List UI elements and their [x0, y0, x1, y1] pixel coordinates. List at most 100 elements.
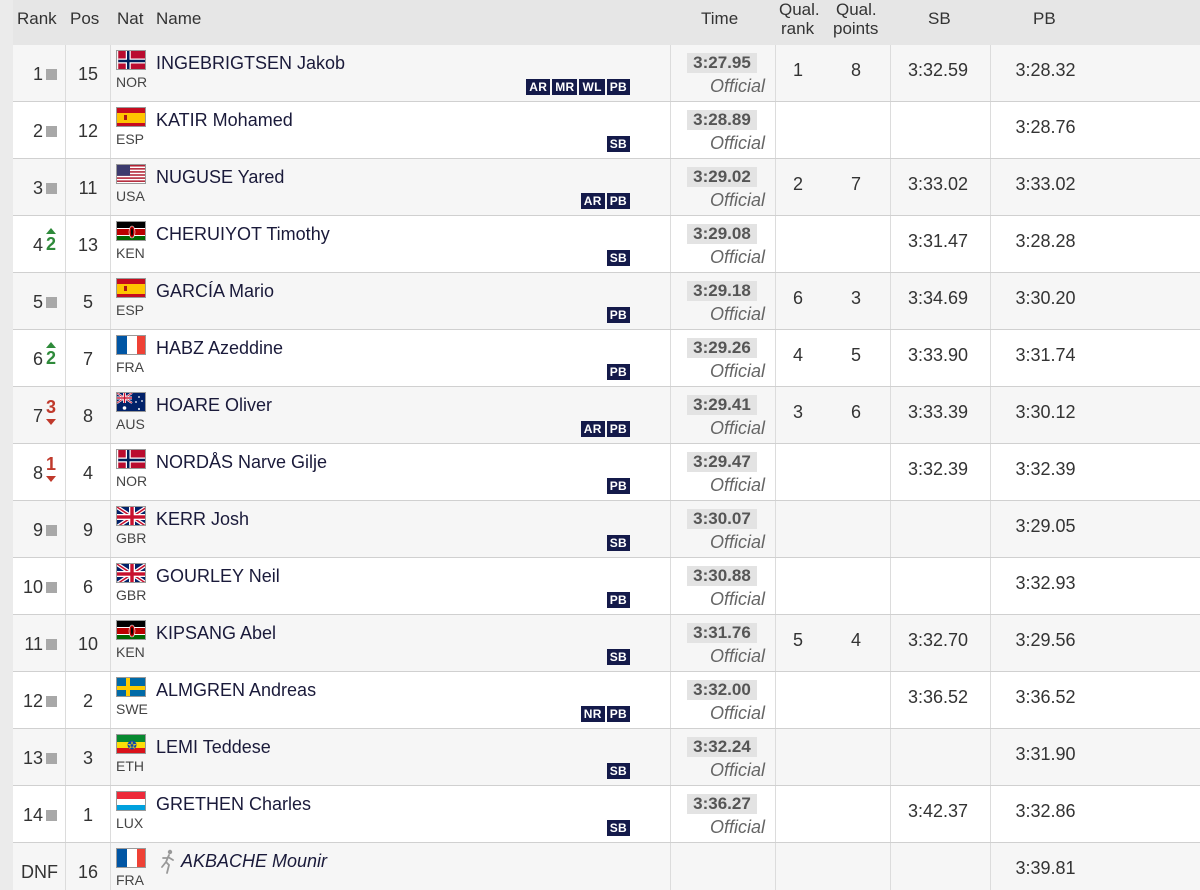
- qual-points-cell: 3: [850, 288, 861, 308]
- table-row[interactable]: 13 3 ETH LEMI Teddese SB 3:32.24 Official 3:31.…: [13, 729, 1200, 786]
- athlete-name[interactable]: ALMGREN Andreas: [156, 680, 316, 701]
- record-badges: AR PB: [580, 193, 630, 209]
- athlete-name[interactable]: KATIR Mohamed: [156, 110, 293, 131]
- table-row[interactable]: 2 12 ESP KATIR Mohamed SB 3:28.89 Official 3:28…: [13, 102, 1200, 159]
- athlete-name[interactable]: LEMI Teddese: [156, 737, 271, 758]
- table-row[interactable]: 12 2 SWE ALMGREN Andreas NR PB 3:32.00 Official…: [13, 672, 1200, 729]
- table-row[interactable]: 9 9 GBR KERR Josh SB 3:30.07 Official 3:29.05: [13, 501, 1200, 558]
- flag-icon: [116, 791, 146, 811]
- column-divider: [775, 102, 776, 158]
- rank-cell: 7: [32, 406, 43, 426]
- column-divider: [110, 45, 111, 101]
- header-qual-rank-2[interactable]: rank: [781, 19, 814, 38]
- table-row[interactable]: 5 5 ESP GARCÍA Mario PB 3:29.18 Official 6 3 3:34…: [13, 273, 1200, 330]
- record-badge: AR: [526, 79, 551, 95]
- athlete-name[interactable]: HOARE Oliver: [156, 395, 272, 416]
- nat-code: USA: [116, 188, 145, 204]
- record-badges: SB: [606, 136, 630, 152]
- sb-cell: 3:36.52: [907, 687, 969, 707]
- arrow-up-icon: [46, 342, 56, 348]
- status-label: Official: [709, 76, 765, 96]
- record-badges: AR PB: [580, 421, 630, 437]
- athlete-name[interactable]: GOURLEY Neil: [156, 566, 280, 587]
- header-name[interactable]: Name: [156, 9, 201, 28]
- move-count: 1: [45, 454, 56, 474]
- column-divider: [990, 558, 991, 614]
- no-change-icon: [46, 582, 57, 593]
- header-qual-points-1[interactable]: Qual.: [836, 0, 877, 19]
- athlete-name[interactable]: AKBACHE Mounir: [181, 851, 327, 872]
- column-divider: [65, 45, 66, 101]
- column-divider: [670, 387, 671, 443]
- table-row[interactable]: 7 3 8 AUS HOARE Oliver AR PB 3:29.41 Official 3 6 3…: [13, 387, 1200, 444]
- no-change-icon: [46, 753, 57, 764]
- athlete-name[interactable]: NORDÅS Narve Gilje: [156, 452, 327, 473]
- sb-cell: 3:32.39: [907, 459, 969, 479]
- record-badge: PB: [606, 421, 630, 437]
- pb-cell: 3:32.93: [1015, 573, 1076, 593]
- pos-cell: 1: [82, 805, 93, 825]
- header-rank[interactable]: Rank: [17, 9, 57, 28]
- pb-cell: 3:28.28: [1015, 231, 1076, 251]
- column-divider: [65, 501, 66, 557]
- table-row[interactable]: 4 2 13 KEN CHERUIYOT Timothy SB 3:29.08 Officia…: [13, 216, 1200, 273]
- header-qual-points-2[interactable]: points: [833, 19, 878, 38]
- header-sb[interactable]: SB: [928, 9, 951, 28]
- column-divider: [110, 273, 111, 329]
- time-cell: 3:28.89: [687, 110, 757, 130]
- table-row[interactable]: DNF 16 FRA AKBACHE Mounir 3:39.81: [13, 843, 1200, 890]
- athlete-name[interactable]: KIPSANG Abel: [156, 623, 276, 644]
- rank-cell: 2: [32, 121, 43, 141]
- sb-cell: 3:42.37: [907, 801, 969, 821]
- status-label: Official: [709, 304, 765, 324]
- move-count: 2: [45, 234, 56, 254]
- column-divider: [65, 387, 66, 443]
- status-label: Official: [709, 190, 765, 210]
- header-qual-rank-1[interactable]: Qual.: [779, 0, 820, 19]
- table-row[interactable]: 10 6 GBR GOURLEY Neil PB 3:30.88 Official 3:32.…: [13, 558, 1200, 615]
- athlete-name[interactable]: KERR Josh: [156, 509, 249, 530]
- table-row[interactable]: 3 11 USA NUGUSE Yared AR PB 3:29.02 Official 2 7 3…: [13, 159, 1200, 216]
- athlete-name[interactable]: INGEBRIGTSEN Jakob: [156, 53, 345, 74]
- flag-icon: [116, 563, 146, 583]
- column-divider: [110, 729, 111, 785]
- athlete-name[interactable]: GRETHEN Charles: [156, 794, 311, 815]
- athlete-name[interactable]: GARCÍA Mario: [156, 281, 274, 302]
- column-divider: [775, 501, 776, 557]
- record-badge: PB: [606, 706, 630, 722]
- column-divider: [65, 102, 66, 158]
- no-change-icon: [46, 126, 57, 137]
- status-label: Official: [709, 760, 765, 780]
- column-divider: [670, 330, 671, 386]
- header-nat[interactable]: Nat: [117, 9, 143, 28]
- header-pos[interactable]: Pos: [70, 9, 99, 28]
- athlete-name[interactable]: NUGUSE Yared: [156, 167, 284, 188]
- athlete-name[interactable]: CHERUIYOT Timothy: [156, 224, 330, 245]
- record-badge: PB: [606, 478, 630, 494]
- column-divider: [65, 330, 66, 386]
- pb-cell: 3:32.86: [1015, 801, 1076, 821]
- header-pb[interactable]: PB: [1033, 9, 1056, 28]
- column-divider: [890, 786, 891, 842]
- pos-cell: 13: [77, 235, 99, 255]
- column-divider: [110, 843, 111, 890]
- header-time[interactable]: Time: [701, 9, 738, 28]
- record-badges: NR PB: [580, 706, 630, 722]
- table-row[interactable]: 8 1 4 NOR NORDÅS Narve Gilje PB 3:29.47 Officia…: [13, 444, 1200, 501]
- time-cell: 3:29.47: [687, 452, 757, 472]
- record-badge: SB: [606, 820, 630, 836]
- record-badges: PB: [606, 364, 630, 380]
- rank-cell: 12: [22, 691, 43, 711]
- pos-cell: 8: [82, 406, 93, 426]
- athlete-name[interactable]: HABZ Azeddine: [156, 338, 283, 359]
- pos-cell: 6: [82, 577, 93, 597]
- time-cell: 3:27.95: [687, 53, 757, 73]
- flag-icon: [116, 848, 146, 868]
- record-badges: SB: [606, 763, 630, 779]
- record-badge: SB: [606, 136, 630, 152]
- column-divider: [990, 330, 991, 386]
- table-row[interactable]: 11 10 KEN KIPSANG Abel SB 3:31.76 Official 5 4 3:…: [13, 615, 1200, 672]
- table-row[interactable]: 1 15 NOR INGEBRIGTSEN Jakob AR MR WL PB 3:27.95 O…: [13, 45, 1200, 102]
- table-row[interactable]: 14 1 LUX GRETHEN Charles SB 3:36.27 Official 3:…: [13, 786, 1200, 843]
- table-row[interactable]: 6 2 7 FRA HABZ Azeddine PB 3:29.26 Official 4 5 3:…: [13, 330, 1200, 387]
